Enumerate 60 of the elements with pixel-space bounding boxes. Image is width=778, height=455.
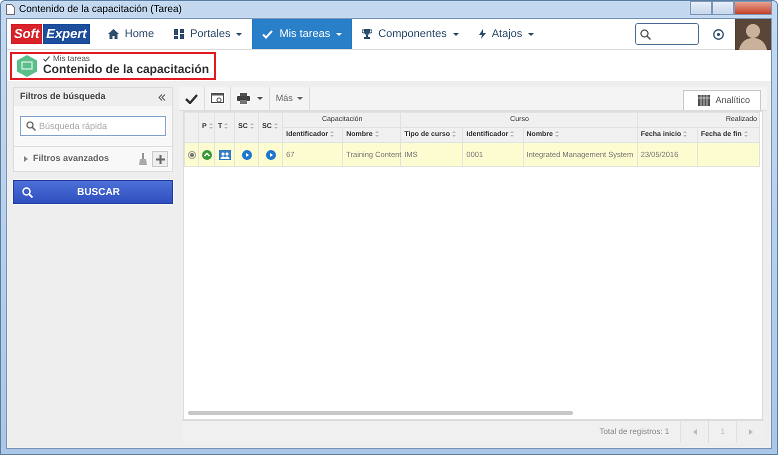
home-icon xyxy=(108,29,119,39)
record-count: Total de registros: 1 xyxy=(599,426,670,438)
maximize-button[interactable] xyxy=(712,1,734,15)
grid-icon xyxy=(174,29,184,39)
sort-icon[interactable] xyxy=(452,130,456,137)
sort-icon[interactable] xyxy=(510,130,514,137)
nav-item[interactable]: Componentes xyxy=(352,19,469,49)
nav-item[interactable]: Portales xyxy=(164,19,252,49)
more-button[interactable]: Más xyxy=(270,87,310,110)
lightning-icon xyxy=(478,29,486,39)
page-title: Contenido de la capacitación xyxy=(43,62,210,76)
printer-icon xyxy=(237,93,250,104)
document-icon xyxy=(6,4,15,15)
add-filter-button[interactable] xyxy=(152,151,168,167)
advanced-filters-link[interactable]: Filtros avanzados xyxy=(33,152,110,166)
plus-icon xyxy=(156,154,164,164)
expand-icon[interactable] xyxy=(24,156,28,162)
broom-icon[interactable] xyxy=(139,153,147,165)
caret-icon xyxy=(256,97,263,100)
chevron-up-icon xyxy=(202,150,212,160)
sort-icon[interactable] xyxy=(683,130,688,137)
view-tab[interactable]: Analítico xyxy=(683,90,761,110)
task-icon xyxy=(17,54,37,76)
people-icon xyxy=(219,150,232,160)
search-field[interactable]: Búsqueda rápida xyxy=(20,116,166,136)
trophy-icon xyxy=(362,29,372,39)
left-arrow-icon xyxy=(692,428,697,434)
scrollbar[interactable] xyxy=(188,411,573,415)
sort-icon[interactable] xyxy=(374,130,379,137)
help-icon[interactable] xyxy=(713,28,724,40)
sort-icon[interactable] xyxy=(250,123,254,130)
minimize-button[interactable] xyxy=(690,1,712,15)
sort-icon[interactable] xyxy=(554,130,559,137)
search-button[interactable]: BUSCAR xyxy=(13,180,173,204)
logo[interactable]: Soft Expert xyxy=(7,19,98,49)
nav-item[interactable]: Home xyxy=(98,19,164,49)
radio-button[interactable] xyxy=(188,150,196,158)
sort-icon[interactable] xyxy=(274,123,278,130)
breadcrumb[interactable]: Mis tareas xyxy=(43,54,210,63)
table-icon xyxy=(698,95,710,106)
search-field[interactable] xyxy=(635,23,699,45)
sort-icon[interactable] xyxy=(330,130,334,137)
avatar[interactable] xyxy=(735,19,771,50)
collapse-icon[interactable] xyxy=(158,94,166,100)
play-icon xyxy=(242,150,252,160)
window-icon xyxy=(211,93,224,104)
panel-title: Filtros de búsqueda xyxy=(20,90,106,104)
close-button[interactable] xyxy=(734,1,772,15)
nav-item[interactable]: Mis tareas xyxy=(252,19,352,49)
right-arrow-icon xyxy=(748,428,753,434)
check-icon xyxy=(43,56,50,62)
nav-item[interactable]: Atajos xyxy=(468,19,544,49)
search-icon xyxy=(22,186,33,198)
search-icon xyxy=(640,28,651,40)
check-icon xyxy=(185,94,198,104)
sort-icon[interactable] xyxy=(744,130,748,137)
window-title: Contenido de la capacitación (Tarea) xyxy=(19,3,182,17)
sort-icon[interactable] xyxy=(224,123,228,130)
play-icon xyxy=(266,150,276,160)
check-icon xyxy=(262,30,274,38)
